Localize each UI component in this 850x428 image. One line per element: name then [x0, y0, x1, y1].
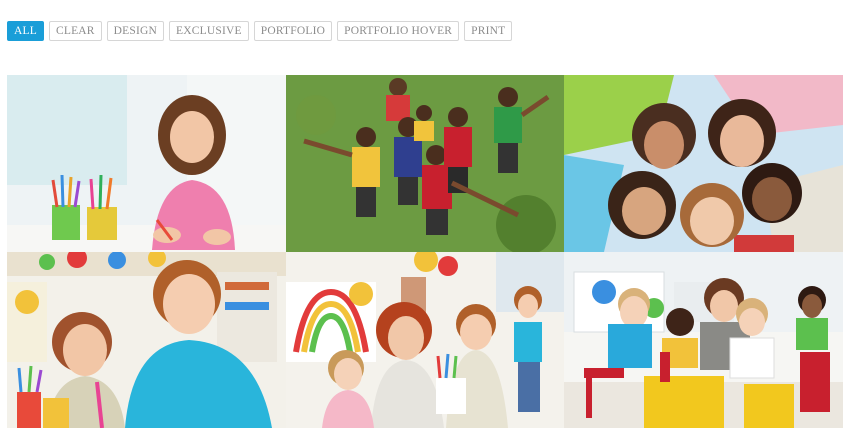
portfolio-grid: [7, 75, 843, 428]
portfolio-filter-bar: ALL CLEAR DESIGN EXCLUSIVE PORTFOLIO POR…: [7, 21, 513, 41]
classroom-tables-photo: [564, 252, 843, 428]
boys-coloring-photo: [7, 252, 286, 428]
girl-drawing-photo: [7, 75, 286, 252]
portfolio-item-boys-coloring[interactable]: [7, 252, 286, 428]
filter-portfolio-hover-button[interactable]: PORTFOLIO HOVER: [337, 21, 460, 41]
filter-print-button[interactable]: PRINT: [464, 21, 513, 41]
kids-on-grass-photo: [286, 75, 564, 252]
filter-exclusive-button[interactable]: EXCLUSIVE: [169, 21, 249, 41]
filter-design-button[interactable]: DESIGN: [106, 21, 165, 41]
filter-all-button[interactable]: ALL: [7, 21, 44, 41]
kids-circle-photo: [564, 75, 843, 252]
filter-portfolio-button[interactable]: PORTFOLIO: [253, 21, 333, 41]
portfolio-item-kids-circle[interactable]: [564, 75, 843, 252]
portfolio-item-girl-drawing[interactable]: [7, 75, 286, 252]
filter-clear-button[interactable]: CLEAR: [48, 21, 102, 41]
teacher-with-kids-photo: [286, 252, 564, 428]
portfolio-item-classroom-tables[interactable]: [564, 252, 843, 428]
portfolio-item-teacher-with-kids[interactable]: [286, 252, 564, 428]
portfolio-item-kids-on-grass[interactable]: [286, 75, 564, 252]
